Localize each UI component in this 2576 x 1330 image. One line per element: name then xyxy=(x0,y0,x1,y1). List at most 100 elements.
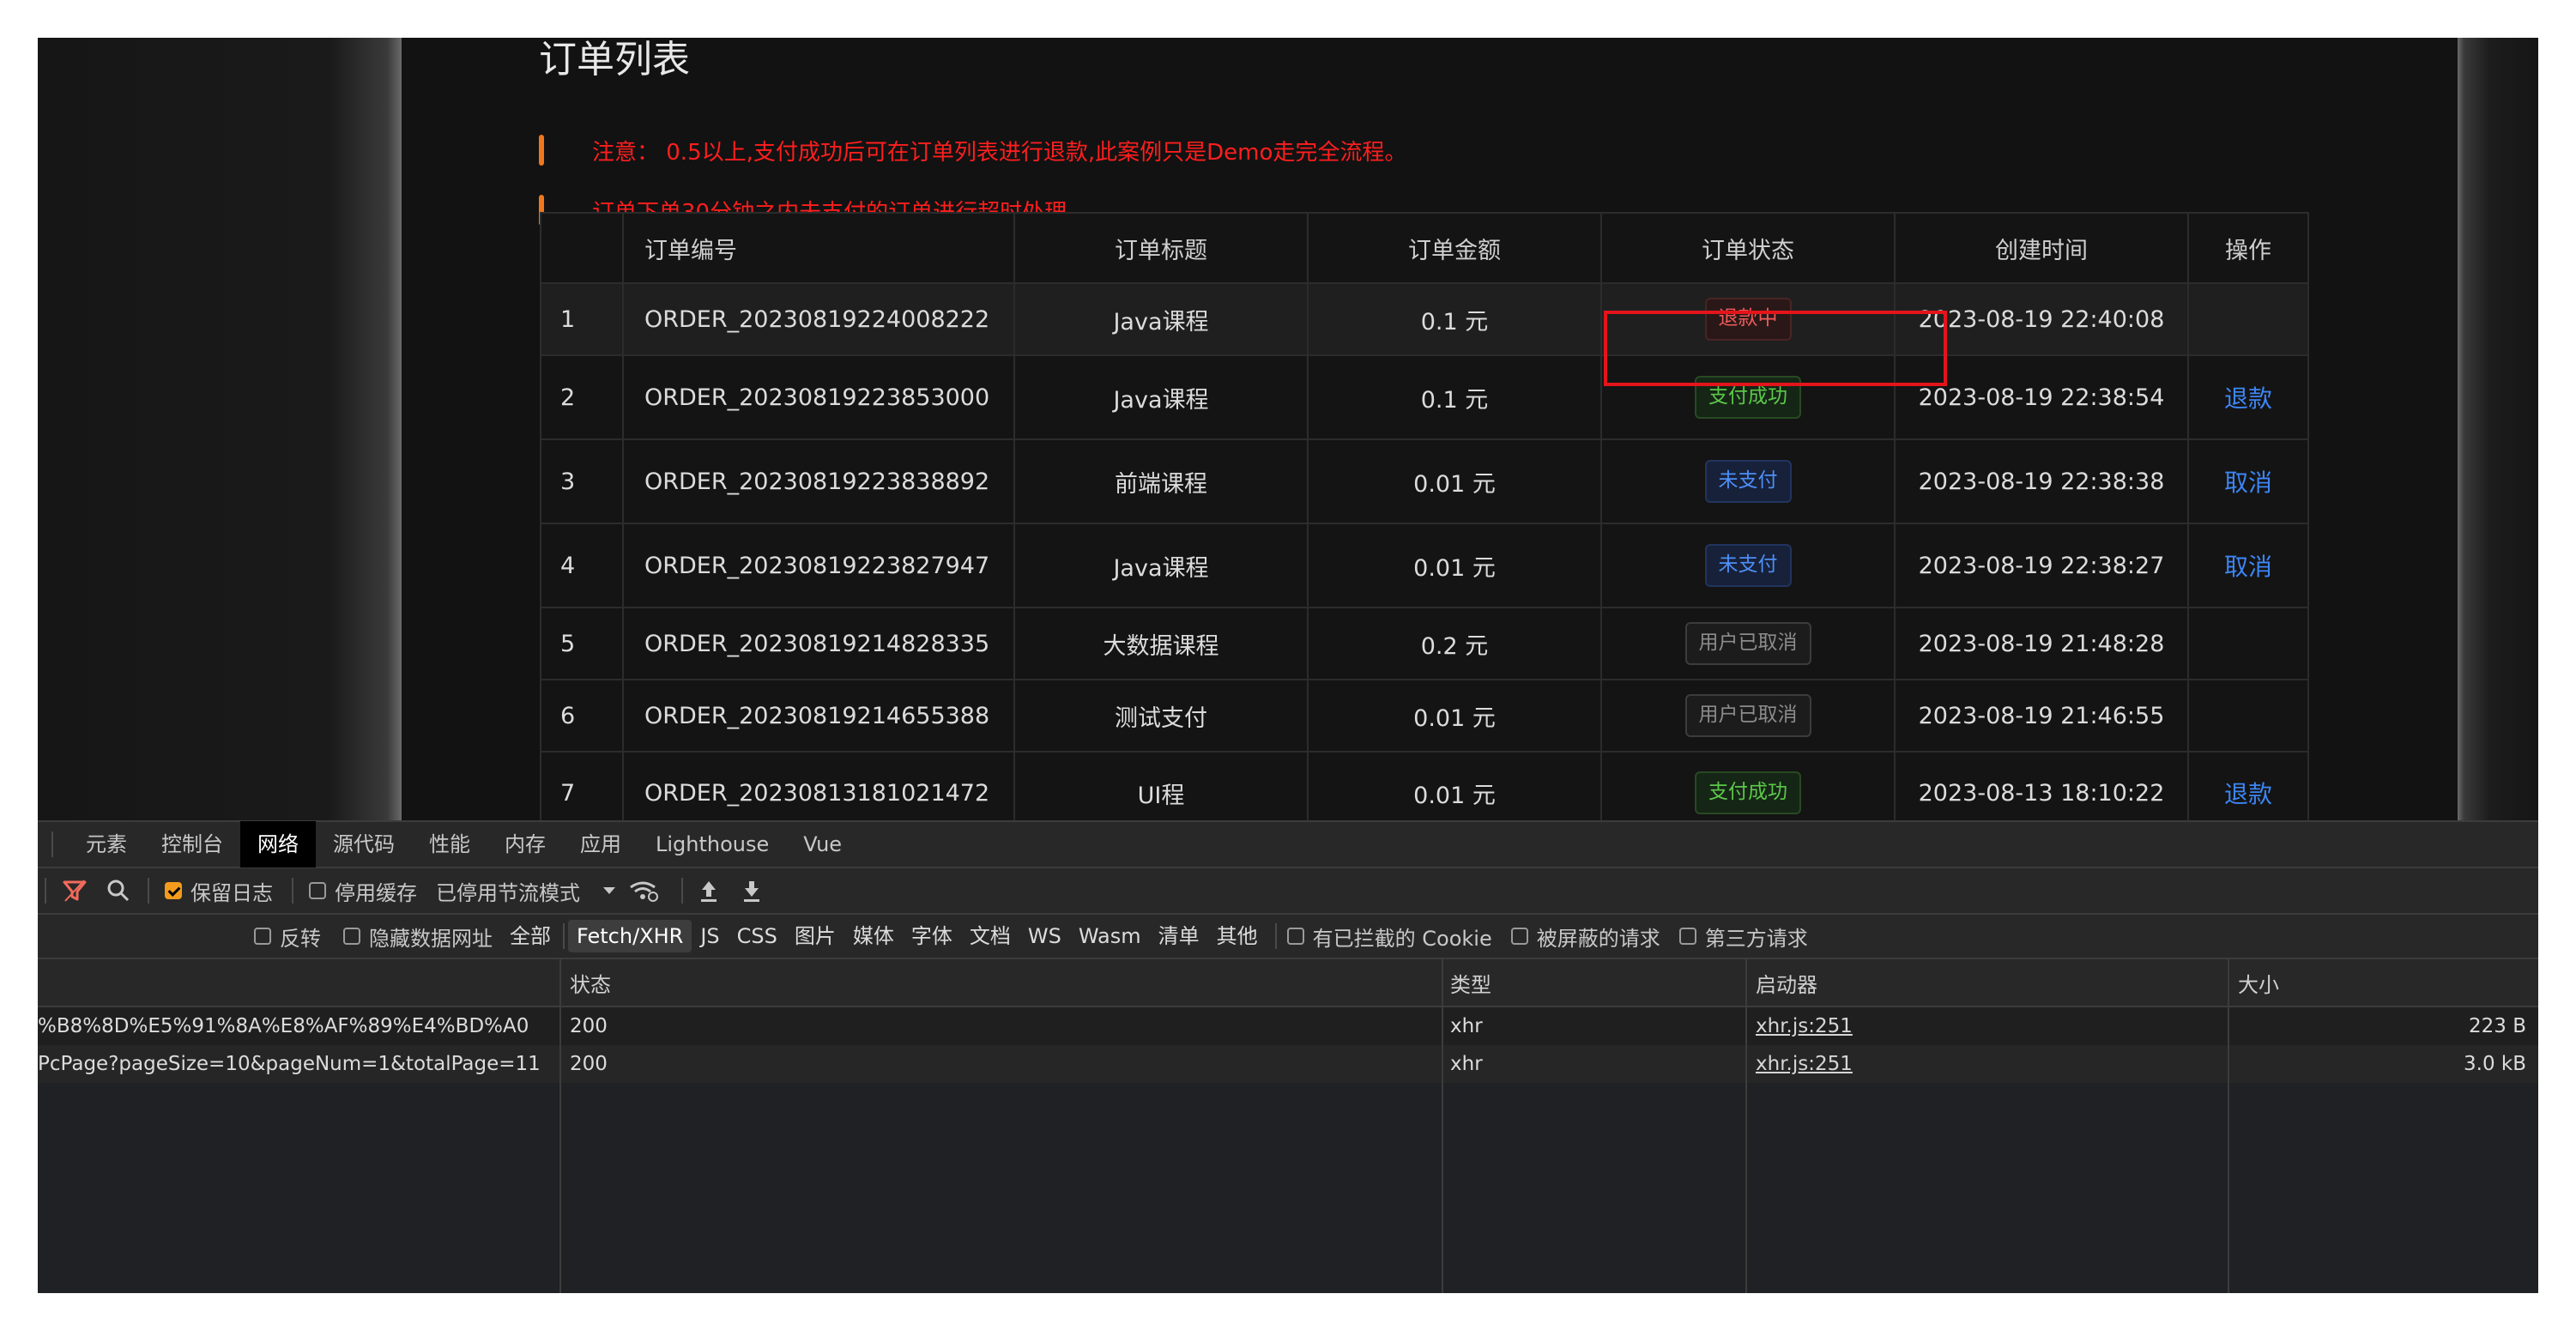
col-header-initiator[interactable]: 启动器 xyxy=(1756,968,1817,998)
tab-performance[interactable]: 性能 xyxy=(412,821,487,868)
notice-text: 注意： 0.5以上,支付成功后可在订单列表进行退款,此案例只是Demo走完全流程… xyxy=(592,135,1406,166)
blocked-requests-check[interactable] xyxy=(1511,928,1528,945)
filter-type-wasm[interactable]: Wasm xyxy=(1070,920,1150,952)
disable-cache-check[interactable] xyxy=(309,882,326,899)
order-title: Java课程 xyxy=(1014,355,1308,439)
tab-sources[interactable]: 源代码 xyxy=(316,821,412,868)
tab-divider xyxy=(51,831,53,857)
table-row: 3 ORDER_20230819223838892 前端课程 0.01 元 未支… xyxy=(541,439,2308,523)
cancel-link[interactable]: 取消 xyxy=(2224,469,2272,497)
blocked-requests-label: 被屏蔽的请求 xyxy=(1537,922,1660,952)
table-row: 1 ORDER_20230819224008222 Java课程 0.1 元 退… xyxy=(541,283,2308,355)
status-badge: 未支付 xyxy=(1705,544,1792,587)
col-header-type[interactable]: 类型 xyxy=(1450,968,1491,998)
col-header-status[interactable]: 状态 xyxy=(570,968,611,998)
filter-type-fetch-xhr[interactable]: Fetch/XHR xyxy=(568,920,692,952)
invert-check[interactable] xyxy=(254,928,271,945)
hide-data-urls-check[interactable] xyxy=(343,928,360,945)
blocked-requests-checkbox[interactable]: 被屏蔽的请求 xyxy=(1511,922,1660,952)
order-title: 大数据课程 xyxy=(1014,608,1308,680)
tab-network[interactable]: 网络 xyxy=(240,821,316,868)
column-divider[interactable] xyxy=(559,959,561,1293)
request-initiator[interactable]: xhr.js:251 xyxy=(1756,1015,1853,1037)
cancel-link[interactable]: 取消 xyxy=(2224,553,2272,581)
filter-type-js[interactable]: JS xyxy=(692,920,728,952)
request-name[interactable]: %B8%8D%E5%91%8A%E8%AF%89%E4%BD%A0 xyxy=(38,1015,558,1037)
disable-cache-checkbox[interactable]: 停用缓存 xyxy=(309,876,417,906)
preserve-log-checkbox[interactable]: 保留日志 xyxy=(165,876,273,906)
order-title: 测试支付 xyxy=(1014,680,1308,752)
filter-type-ws[interactable]: WS xyxy=(1019,920,1070,952)
order-action-cell: 退款 xyxy=(2188,752,2308,820)
column-divider[interactable] xyxy=(1745,959,1747,1293)
filter-type-all[interactable]: 全部 xyxy=(501,920,559,952)
blocked-cookies-check[interactable] xyxy=(1287,928,1304,945)
toolbar-divider xyxy=(45,878,46,904)
download-icon[interactable] xyxy=(741,879,762,903)
throttle-select[interactable]: 已停用节流模式 xyxy=(436,876,616,906)
third-party-check[interactable] xyxy=(1679,928,1696,945)
order-action-cell xyxy=(2188,608,2308,680)
filter-type-doc[interactable]: 文档 xyxy=(961,920,1019,952)
search-icon[interactable] xyxy=(106,879,130,903)
order-amount: 0.1 元 xyxy=(1308,283,1601,355)
devtools-tab-bar: 元素 控制台 网络 源代码 性能 内存 应用 Lighthouse Vue xyxy=(38,820,2538,868)
request-row[interactable]: PcPage?pageSize=10&pageNum=1&totalPage=1… xyxy=(38,1045,2538,1083)
order-amount: 0.01 元 xyxy=(1308,680,1601,752)
table-row: 6 ORDER_20230819214655388 测试支付 0.01 元 用户… xyxy=(541,680,2308,752)
filter-type-font[interactable]: 字体 xyxy=(903,920,961,952)
toolbar-divider xyxy=(292,878,293,904)
notice-bar xyxy=(539,135,544,166)
request-initiator[interactable]: xhr.js:251 xyxy=(1756,1053,1853,1075)
upload-icon[interactable] xyxy=(698,879,719,903)
order-title: Java课程 xyxy=(1014,283,1308,355)
filter-type-manifest[interactable]: 清单 xyxy=(1150,920,1208,952)
tab-console[interactable]: 控制台 xyxy=(144,821,240,868)
request-name[interactable]: PcPage?pageSize=10&pageNum=1&totalPage=1… xyxy=(38,1053,558,1075)
order-amount: 0.01 元 xyxy=(1308,752,1601,820)
order-no: ORDER_20230819224008222 xyxy=(623,283,1014,355)
filter-type-img[interactable]: 图片 xyxy=(786,920,844,952)
tab-elements[interactable]: 元素 xyxy=(69,821,144,868)
request-type: xhr xyxy=(1450,1015,1483,1037)
order-no: ORDER_20230819214828335 xyxy=(623,608,1014,680)
hide-data-urls-label: 隐藏数据网址 xyxy=(369,922,493,952)
filter-divider xyxy=(563,923,565,949)
tab-memory[interactable]: 内存 xyxy=(487,821,563,868)
invert-checkbox[interactable]: 反转 xyxy=(254,922,321,952)
request-status: 200 xyxy=(570,1015,608,1037)
row-index: 4 xyxy=(541,523,623,608)
network-filter-bar: 反转 隐藏数据网址 全部 Fetch/XHR JS CSS 图片 媒体 字体 文… xyxy=(38,915,2538,959)
tab-application[interactable]: 应用 xyxy=(563,821,638,868)
blocked-cookies-label: 有已拦截的 Cookie xyxy=(1313,922,1492,952)
column-divider[interactable] xyxy=(2228,959,2229,1293)
toolbar-divider xyxy=(681,878,683,904)
blocked-cookies-checkbox[interactable]: 有已拦截的 Cookie xyxy=(1287,922,1492,952)
row-index: 3 xyxy=(541,439,623,523)
filter-icon[interactable] xyxy=(62,879,88,903)
row-index: 5 xyxy=(541,608,623,680)
third-party-checkbox[interactable]: 第三方请求 xyxy=(1679,922,1808,952)
hide-data-urls-checkbox[interactable]: 隐藏数据网址 xyxy=(343,922,493,952)
page-left-gutter xyxy=(38,38,402,820)
filter-type-media[interactable]: 媒体 xyxy=(844,920,903,952)
request-row[interactable]: %B8%8D%E5%91%8A%E8%AF%89%E4%BD%A0 200 xh… xyxy=(38,1007,2538,1045)
col-header-order-no: 订单编号 xyxy=(623,213,1014,283)
network-conditions-icon[interactable] xyxy=(628,879,659,903)
tab-lighthouse[interactable]: Lighthouse xyxy=(638,821,786,868)
order-no: ORDER_20230819223853000 xyxy=(623,355,1014,439)
order-created: 2023-08-13 18:10:22 xyxy=(1895,752,2188,820)
refund-link[interactable]: 退款 xyxy=(2224,780,2272,808)
refund-link[interactable]: 退款 xyxy=(2224,384,2272,413)
tab-vue[interactable]: Vue xyxy=(786,821,859,868)
filter-type-other[interactable]: 其他 xyxy=(1208,920,1267,952)
order-action-cell xyxy=(2188,680,2308,752)
preserve-log-check[interactable] xyxy=(165,882,182,899)
order-no: ORDER_20230819223827947 xyxy=(623,523,1014,608)
col-header-size[interactable]: 大小 xyxy=(2238,968,2279,998)
status-highlight-annotation xyxy=(1604,311,1947,386)
filter-type-css[interactable]: CSS xyxy=(729,920,786,952)
table-row: 7 ORDER_20230813181021472 UI程 0.01 元 支付成… xyxy=(541,752,2308,820)
order-amount: 0.2 元 xyxy=(1308,608,1601,680)
column-divider[interactable] xyxy=(1442,959,1443,1293)
